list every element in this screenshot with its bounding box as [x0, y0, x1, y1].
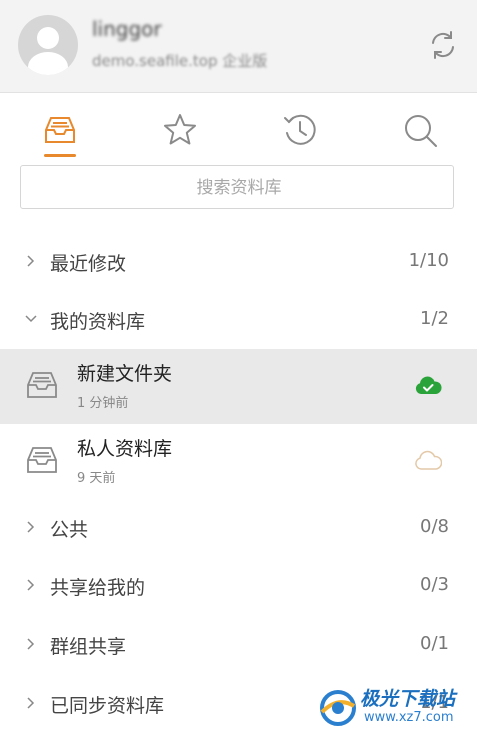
library-modified-time: 1 分钟前 — [77, 396, 129, 411]
main-tabs — [0, 106, 477, 162]
category-my-libraries[interactable]: 我的资料库 1/2 — [0, 292, 477, 348]
chevron-right-icon — [27, 579, 35, 591]
account-header[interactable]: linggor demo.seafile.top 企业版 — [0, 0, 477, 93]
category-public[interactable]: 公共 0/8 — [0, 500, 477, 556]
avatar[interactable] — [18, 15, 78, 75]
account-username: linggor — [92, 17, 162, 41]
category-label: 最近修改 — [50, 253, 127, 275]
category-label: 我的资料库 — [50, 311, 146, 333]
category-count: 0/3 — [420, 574, 449, 595]
inbox-tray-icon — [45, 117, 75, 143]
library-icon — [27, 447, 57, 473]
chevron-right-icon — [27, 255, 35, 267]
library-icon — [27, 372, 57, 398]
tab-activity[interactable] — [270, 106, 330, 162]
category-shared-with-me[interactable]: 共享给我的 0/3 — [0, 558, 477, 614]
avatar-icon — [28, 27, 68, 75]
cloud-check-icon — [415, 376, 442, 394]
tab-starred[interactable] — [150, 106, 210, 162]
library-name: 私人资料库 — [77, 438, 173, 460]
chevron-right-icon — [27, 521, 35, 533]
watermark-url: www.xz7.com — [364, 710, 454, 725]
cloud-outline-icon[interactable] — [414, 450, 442, 472]
refresh-button[interactable] — [426, 28, 460, 62]
category-label: 共享给我的 — [50, 577, 146, 599]
category-count: 0/8 — [420, 516, 449, 537]
refresh-icon — [432, 31, 454, 59]
active-tab-indicator — [44, 154, 76, 157]
library-item[interactable]: 私人资料库 9 天前 — [0, 424, 477, 499]
tab-search[interactable] — [390, 106, 450, 162]
category-group-shared[interactable]: 群组共享 0/1 — [0, 617, 477, 673]
category-count: 1/2 — [420, 308, 449, 329]
category-count: 0/1 — [420, 633, 449, 654]
category-label: 公共 — [50, 519, 89, 541]
chevron-right-icon — [27, 638, 35, 650]
watermark: 极光下载站 www.xz7.com — [316, 682, 476, 736]
tab-libraries[interactable] — [30, 106, 90, 162]
account-server: demo.seafile.top 企业版 — [92, 52, 268, 70]
chevron-down-icon — [25, 315, 37, 323]
search-icon — [405, 115, 437, 147]
search-input[interactable] — [21, 166, 457, 210]
search-box[interactable] — [20, 165, 457, 210]
library-item[interactable]: 新建文件夹 1 分钟前 — [0, 349, 477, 424]
category-label: 已同步资料库 — [50, 695, 165, 717]
history-icon — [284, 114, 316, 145]
category-recent[interactable]: 最近修改 1/10 — [0, 234, 477, 290]
category-label: 群组共享 — [50, 636, 127, 658]
watermark-title: 极光下载站 — [360, 688, 456, 710]
chevron-right-icon — [27, 697, 35, 709]
category-count: 1/10 — [408, 250, 449, 271]
star-icon — [164, 114, 196, 145]
watermark-logo-icon — [320, 690, 356, 726]
library-modified-time: 9 天前 — [77, 471, 116, 486]
library-name: 新建文件夹 — [77, 363, 173, 385]
